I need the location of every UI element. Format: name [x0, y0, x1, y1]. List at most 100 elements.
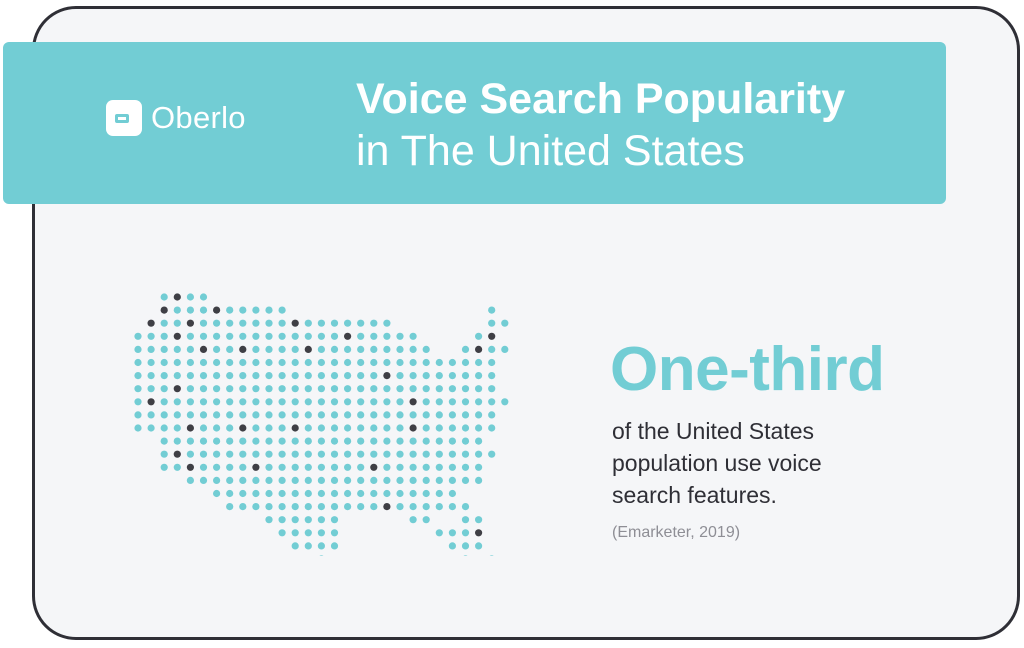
- map-dot: [265, 516, 273, 524]
- map-dot: [461, 411, 470, 419]
- map-dot: [344, 372, 352, 380]
- map-dot: [409, 437, 417, 445]
- map-dot: [448, 411, 456, 419]
- map-dot: [186, 293, 194, 301]
- map-dot-highlight: [409, 424, 417, 432]
- map-dot: [304, 450, 312, 458]
- map-dot: [226, 345, 234, 353]
- map-dot: [173, 358, 181, 367]
- map-dot: [488, 345, 496, 353]
- map-dot: [213, 385, 221, 393]
- map-dot: [213, 411, 221, 419]
- map-dot: [239, 385, 247, 393]
- map-dot: [226, 398, 234, 406]
- map-dot: [475, 358, 483, 367]
- us-dot-map: [134, 293, 509, 556]
- map-dot: [448, 372, 456, 380]
- map-dot: [265, 358, 273, 367]
- map-dot: [475, 398, 483, 406]
- map-dot: [265, 450, 273, 458]
- map-dot: [304, 542, 312, 550]
- map-dot: [252, 437, 260, 445]
- map-dot: [134, 385, 142, 393]
- map-dot: [226, 358, 234, 367]
- map-dot: [422, 411, 430, 419]
- map-dot: [278, 516, 286, 524]
- map-dot: [239, 398, 247, 406]
- map-dot: [239, 319, 247, 327]
- map-dot: [370, 398, 378, 406]
- map-dot: [435, 424, 443, 432]
- brand-logo: Oberlo: [106, 100, 246, 136]
- map-dot: [239, 489, 247, 498]
- map-dot: [409, 411, 417, 419]
- map-dot: [461, 476, 470, 484]
- map-dot: [448, 463, 456, 471]
- map-dot: [435, 529, 443, 537]
- map-dot: [239, 437, 247, 445]
- map-dot: [488, 306, 496, 314]
- page-title: Voice Search Popularity: [356, 75, 846, 123]
- map-dot: [317, 516, 325, 524]
- map-dot: [134, 398, 142, 406]
- map-dot: [317, 398, 325, 406]
- map-dot: [278, 306, 286, 314]
- map-dot: [213, 332, 221, 340]
- map-dot: [317, 372, 325, 380]
- map-dot: [317, 424, 325, 432]
- map-dot: [252, 503, 260, 511]
- map-dot: [448, 450, 456, 458]
- map-dot: [319, 555, 324, 556]
- map-dot: [370, 450, 378, 458]
- map-dot: [422, 398, 430, 406]
- map-dot: [435, 437, 443, 445]
- map-dot: [226, 489, 234, 498]
- map-dot: [213, 358, 221, 367]
- map-dot: [383, 450, 391, 458]
- map-dot: [147, 332, 155, 340]
- map-dot: [396, 463, 404, 471]
- map-dot: [344, 319, 352, 327]
- map-dot: [291, 503, 299, 511]
- stat-text-line-2: population use voice: [612, 450, 822, 476]
- map-dot: [199, 306, 208, 314]
- map-dot: [435, 503, 443, 511]
- map-dot: [278, 385, 286, 393]
- map-dot: [461, 503, 470, 511]
- map-dot: [409, 358, 417, 367]
- map-dot: [199, 332, 208, 340]
- map-dot: [409, 385, 417, 393]
- map-dot: [291, 450, 299, 458]
- map-dot: [186, 385, 194, 393]
- map-dot: [265, 503, 273, 511]
- map-dot: [475, 463, 483, 471]
- map-dot: [422, 372, 430, 380]
- map-dot: [160, 372, 168, 380]
- map-dot: [422, 450, 430, 458]
- map-dot: [370, 319, 378, 327]
- map-dot: [488, 411, 496, 419]
- map-dot: [383, 319, 391, 327]
- map-dot: [304, 332, 312, 340]
- map-dot-highlight: [475, 345, 483, 353]
- map-dot-highlight: [239, 424, 247, 432]
- map-dot: [422, 385, 430, 393]
- map-dot: [252, 424, 260, 432]
- map-dot: [357, 503, 365, 511]
- map-dot: [370, 332, 378, 340]
- map-dot: [252, 358, 260, 367]
- map-dot: [435, 385, 443, 393]
- map-dot: [278, 398, 286, 406]
- map-dot: [409, 345, 417, 353]
- map-dot: [304, 476, 312, 484]
- map-dot: [330, 411, 339, 419]
- map-dot: [422, 424, 430, 432]
- map-dot: [173, 372, 181, 380]
- map-dot: [357, 332, 365, 340]
- map-dot: [252, 385, 260, 393]
- map-dot: [291, 411, 299, 419]
- map-dot: [186, 437, 194, 445]
- map-dot: [461, 372, 470, 380]
- map-dot: [186, 476, 194, 484]
- map-dot-highlight: [488, 332, 496, 340]
